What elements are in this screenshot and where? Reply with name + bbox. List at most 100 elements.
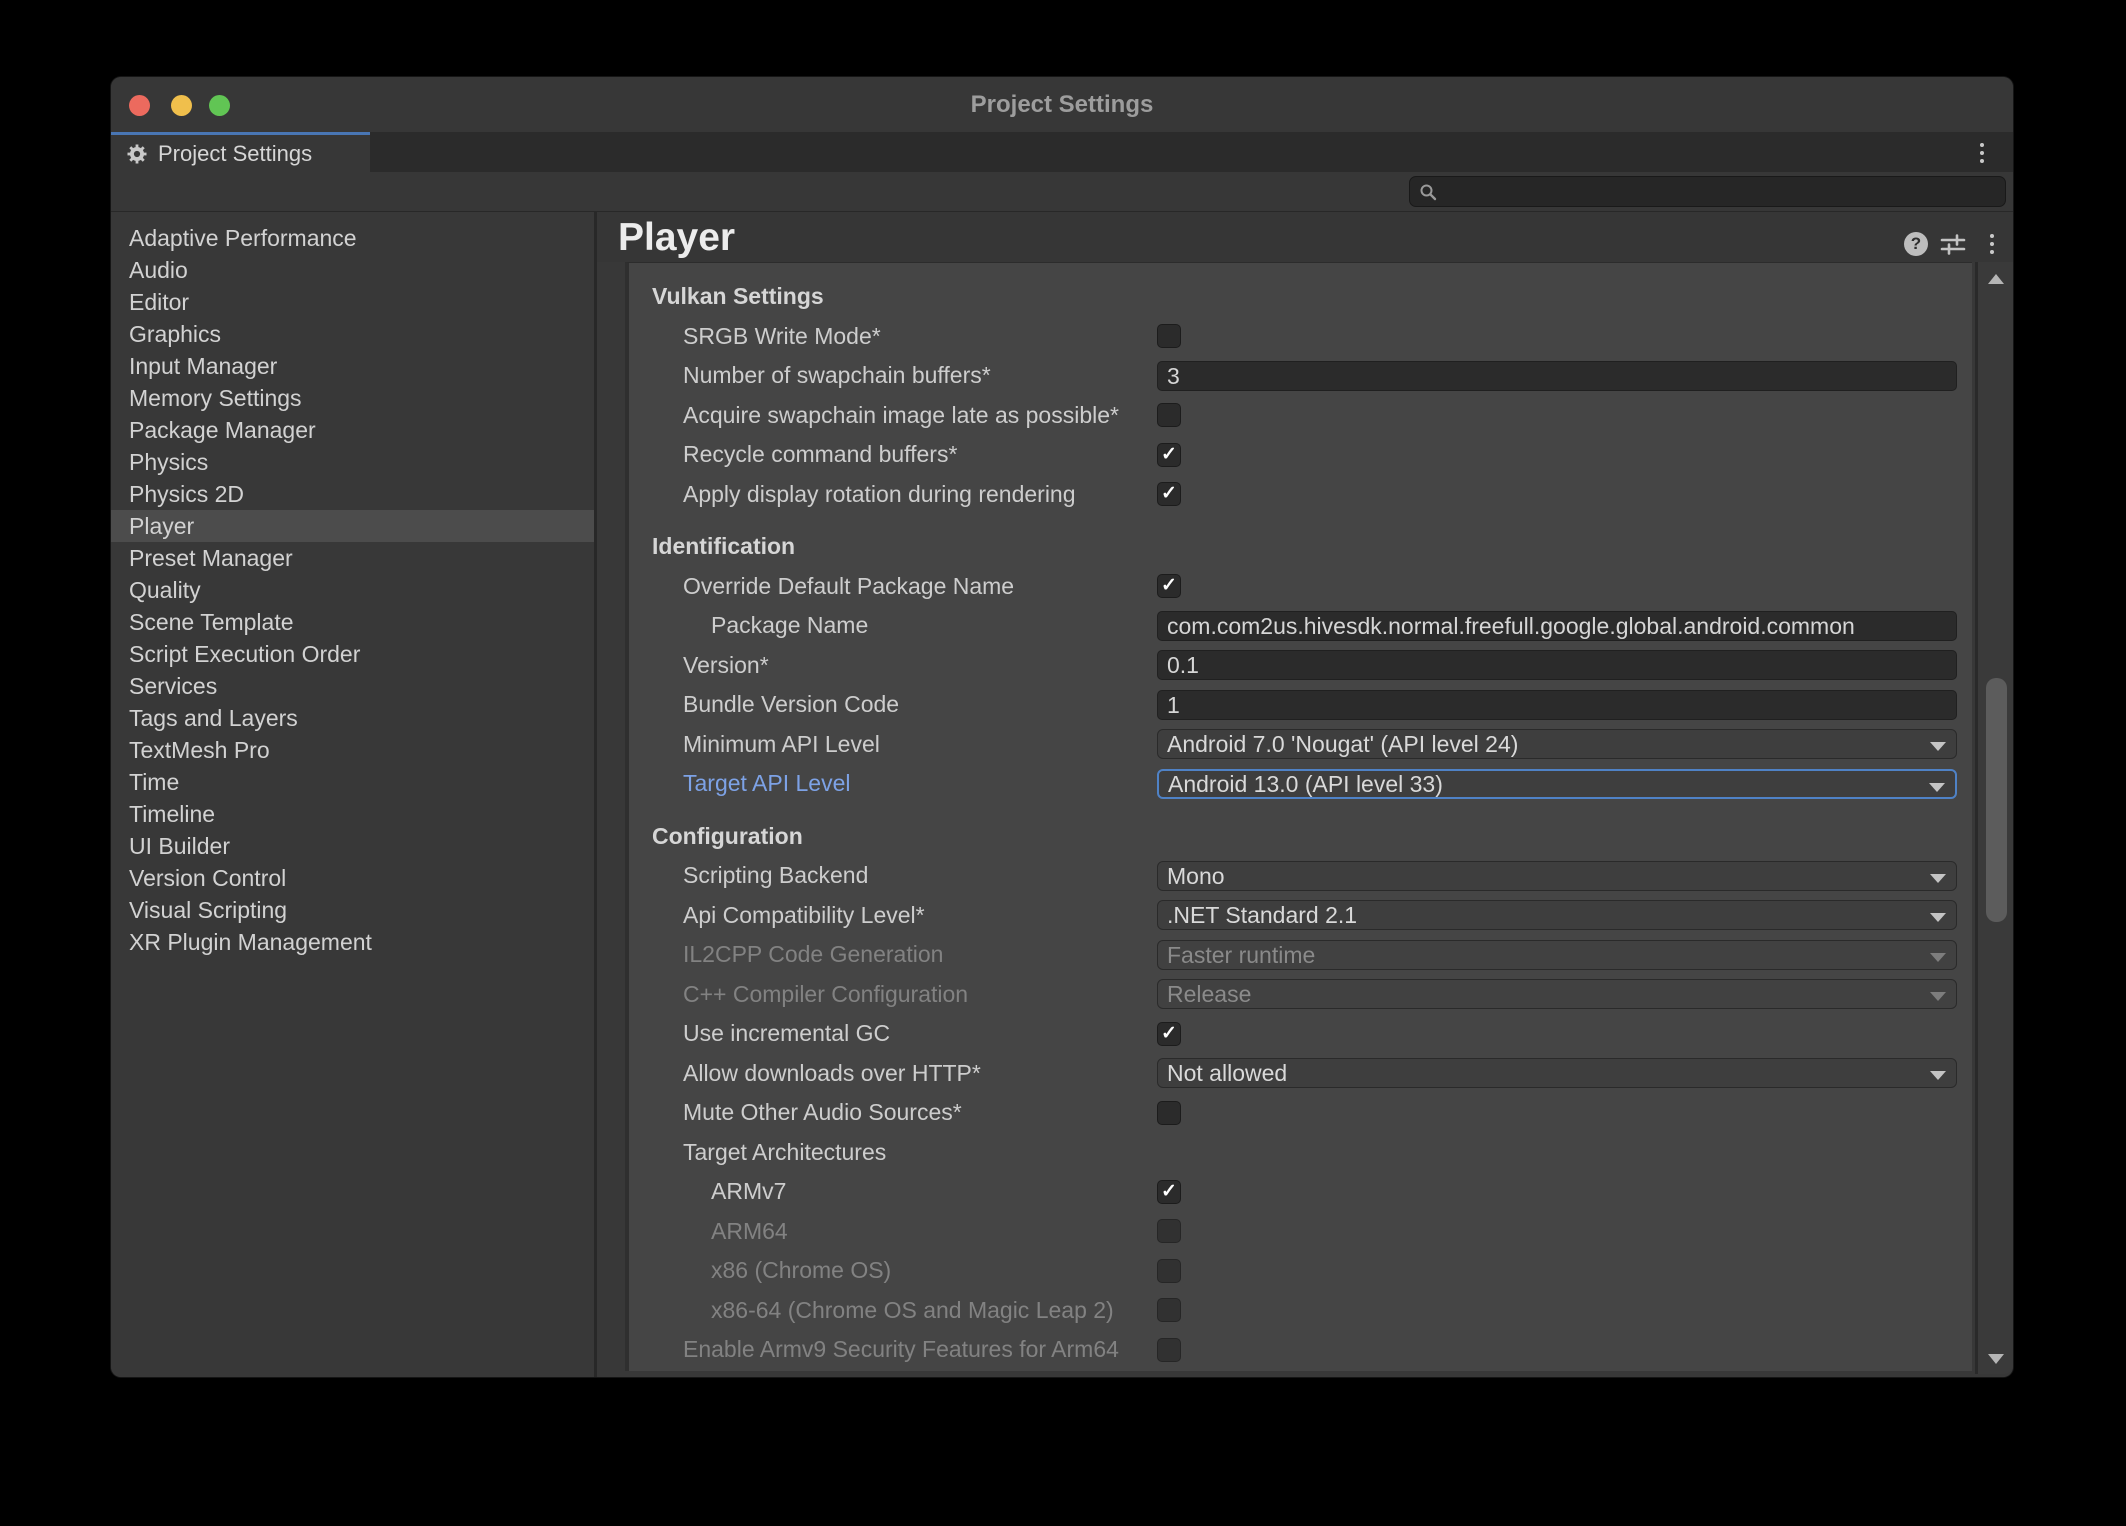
dropdown[interactable]: Not allowed [1157,1058,1957,1088]
setting-row: Apply display rotation during rendering✓ [629,475,1972,515]
checkbox [1157,1298,1181,1322]
checkbox[interactable] [1157,324,1181,348]
setting-row: Use incremental GC ✓ [629,1014,1972,1054]
sidebar-item-physics-2d[interactable]: Physics 2D [111,478,594,510]
window-title: Project Settings [111,77,2013,132]
setting-label: C++ Compiler Configuration [683,981,968,1008]
text-field[interactable]: 1 [1157,690,1957,720]
sidebar-item-preset-manager[interactable]: Preset Manager [111,542,594,574]
chevron-down-icon [1930,992,1946,1001]
sidebar: Adaptive PerformanceAudioEditorGraphicsI… [111,212,597,1377]
tab-label: Project Settings [158,141,312,167]
dropdown[interactable]: Android 7.0 'Nougat' (API level 24) [1157,729,1957,759]
search-input[interactable] [1409,176,2006,207]
checkbox [1157,1259,1181,1283]
text-field[interactable]: com.com2us.hivesdk.normal.freefull.googl… [1157,611,1957,641]
sidebar-item-time[interactable]: Time [111,766,594,798]
toolbar [111,172,2013,212]
chevron-down-icon [1929,783,1945,792]
sidebar-item-xr-plugin-management[interactable]: XR Plugin Management [111,926,594,958]
sidebar-item-scene-template[interactable]: Scene Template [111,606,594,638]
sidebar-item-audio[interactable]: Audio [111,254,594,286]
setting-label: Number of swapchain buffers* [683,362,991,389]
sidebar-item-visual-scripting[interactable]: Visual Scripting [111,894,594,926]
window-menu-icon[interactable] [1971,140,1993,166]
setting-row: Api Compatibility Level*.NET Standard 2.… [629,896,1972,936]
sidebar-item-script-execution-order[interactable]: Script Execution Order [111,638,594,670]
sidebar-item-editor[interactable]: Editor [111,286,594,318]
tab-project-settings[interactable]: Project Settings [111,132,370,172]
chevron-down-icon [1930,913,1946,922]
checkbox[interactable] [1157,1101,1181,1125]
setting-row: Package Name com.com2us.hivesdk.normal.fr… [629,606,1972,646]
setting-label: x86 (Chrome OS) [711,1257,891,1284]
setting-row: ARM64 [629,1212,1972,1252]
checkbox-checked[interactable]: ✓ [1157,1022,1181,1046]
window-body: Adaptive PerformanceAudioEditorGraphicsI… [111,212,2013,1377]
sidebar-item-textmesh-pro[interactable]: TextMesh Pro [111,734,594,766]
chevron-down-icon [1930,1071,1946,1080]
setting-row: Target API Level Android 13.0 (API level … [629,764,1972,804]
setting-label: Target Architectures [683,1139,886,1166]
scroll-up-icon[interactable] [1988,274,2004,284]
setting-label: ARMv7 [711,1178,786,1205]
setting-row: Scripting BackendMono [629,856,1972,896]
checkbox[interactable] [1157,403,1181,427]
setting-row: Acquire swapchain image late as possible… [629,396,1972,436]
sidebar-item-ui-builder[interactable]: UI Builder [111,830,594,862]
section-title: Vulkan Settings [652,283,824,310]
sidebar-item-package-manager[interactable]: Package Manager [111,414,594,446]
search-icon [1419,183,1437,201]
text-field[interactable]: 3 [1157,361,1957,391]
project-settings-window: Project Settings Pro [111,77,2013,1377]
setting-label: Package Name [711,612,868,639]
dropdown[interactable]: .NET Standard 2.1 [1157,900,1957,930]
panel-header: Player ? [597,212,2013,262]
sidebar-item-timeline[interactable]: Timeline [111,798,594,830]
setting-label: Use incremental GC [683,1020,890,1047]
sidebar-item-adaptive-performance[interactable]: Adaptive Performance [111,222,594,254]
dropdown-value: Mono [1167,863,1225,889]
sidebar-item-tags-and-layers[interactable]: Tags and Layers [111,702,594,734]
setting-label: Target API Level [683,770,851,797]
sidebar-item-services[interactable]: Services [111,670,594,702]
setting-label: ARM64 [711,1218,788,1245]
preset-sliders-icon[interactable] [1940,232,1966,256]
checkbox-checked[interactable]: ✓ [1157,482,1181,506]
setting-row: Override Default Package Name ✓ [629,567,1972,607]
sidebar-item-input-manager[interactable]: Input Manager [111,350,594,382]
setting-row: Mute Other Audio Sources* [629,1093,1972,1133]
text-field[interactable]: 0.1 [1157,650,1957,680]
dropdown[interactable]: Mono [1157,861,1957,891]
dropdown[interactable]: Android 13.0 (API level 33) [1157,769,1957,799]
checkbox-checked[interactable]: ✓ [1157,574,1181,598]
sidebar-item-quality[interactable]: Quality [111,574,594,606]
sidebar-item-graphics[interactable]: Graphics [111,318,594,350]
sidebar-item-version-control[interactable]: Version Control [111,862,594,894]
settings-panel: Player ? Vulkan [597,212,2013,1377]
scrollbar[interactable] [1975,262,2013,1374]
panel-menu-icon[interactable] [1981,231,2003,257]
setting-label: Bundle Version Code [683,691,899,718]
sidebar-item-memory-settings[interactable]: Memory Settings [111,382,594,414]
dropdown-value: Android 13.0 (API level 33) [1168,771,1443,797]
setting-label: x86-64 (Chrome OS and Magic Leap 2) [711,1297,1114,1324]
setting-row: C++ Compiler ConfigurationRelease [629,975,1972,1015]
page-title: Player [618,212,735,262]
setting-row: IL2CPP Code GenerationFaster runtime [629,935,1972,975]
help-icon[interactable]: ? [1904,232,1928,256]
checkbox-checked[interactable]: ✓ [1157,1180,1181,1204]
checkbox-checked[interactable]: ✓ [1157,443,1181,467]
sidebar-item-physics[interactable]: Physics [111,446,594,478]
sidebar-item-player[interactable]: Player [111,510,594,542]
setting-label: Override Default Package Name [683,573,1014,600]
setting-label: Allow downloads over HTTP* [683,1060,981,1087]
scrollbar-thumb[interactable] [1986,678,2007,922]
scroll-down-icon[interactable] [1988,1354,2004,1364]
dropdown-value: Android 7.0 'Nougat' (API level 24) [1167,731,1518,757]
chevron-down-icon [1930,742,1946,751]
setting-row: SRGB Write Mode* [629,317,1972,357]
section-header: Identification [629,527,1972,567]
tab-bar: Project Settings [111,132,2013,172]
setting-row: Number of swapchain buffers* 3 [629,356,1972,396]
